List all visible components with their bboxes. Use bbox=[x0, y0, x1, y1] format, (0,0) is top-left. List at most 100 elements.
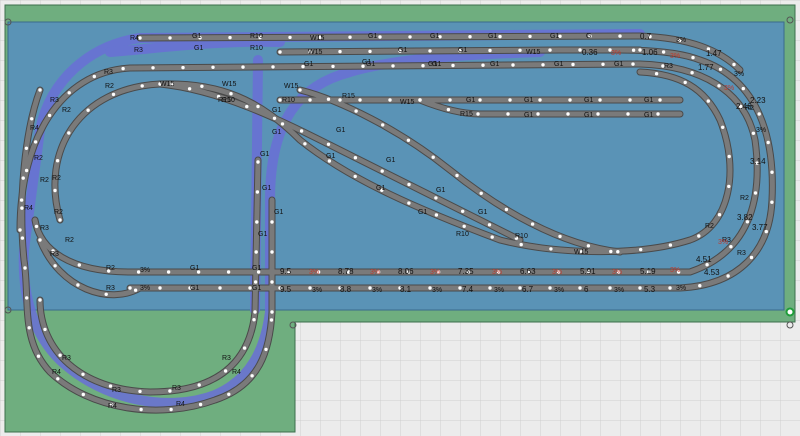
track-joint-dot bbox=[280, 122, 285, 126]
grade-label: 3% bbox=[140, 285, 150, 292]
part-label: G1 bbox=[428, 61, 437, 68]
track-joint-dot bbox=[448, 98, 452, 102]
track-joint-dot bbox=[578, 286, 582, 290]
track-joint-dot bbox=[218, 286, 222, 290]
track-joint-dot bbox=[541, 63, 545, 67]
track-joint-dot bbox=[33, 140, 38, 144]
track-joint-dot bbox=[47, 113, 52, 118]
part-label: R2 bbox=[105, 83, 114, 90]
track-joint-dot bbox=[138, 389, 142, 394]
track-joint-dot bbox=[586, 244, 591, 248]
track-joint-dot bbox=[407, 201, 411, 205]
part-label: R2 bbox=[34, 155, 43, 162]
grade-label: 3% bbox=[372, 287, 382, 294]
height-label: 4.51 bbox=[696, 255, 712, 264]
track-joint-dot bbox=[478, 98, 482, 102]
track-joint-dot bbox=[299, 129, 304, 133]
track-joint-dot bbox=[151, 66, 155, 70]
track-joint-dot bbox=[528, 34, 532, 39]
track-joint-dot bbox=[158, 286, 162, 290]
track-joint-dot bbox=[111, 92, 116, 97]
track-joint-dot bbox=[288, 35, 292, 40]
height-label: 1.47 bbox=[706, 49, 722, 58]
height-label: 3.77 bbox=[752, 223, 768, 232]
track-joint-dot bbox=[717, 213, 722, 217]
part-label: G1 bbox=[458, 47, 467, 54]
track-joint-dot bbox=[55, 159, 60, 163]
part-label: G1 bbox=[524, 97, 533, 104]
track-joint-dot bbox=[226, 270, 231, 274]
track-joint-dot bbox=[245, 104, 249, 109]
track-joint-dot bbox=[253, 310, 257, 314]
part-label: G1 bbox=[192, 33, 201, 40]
grade-label: 3% bbox=[614, 287, 624, 294]
height-label: 3.14 bbox=[750, 157, 766, 166]
track-joint-dot bbox=[732, 62, 736, 67]
track-joint-dot bbox=[168, 36, 172, 40]
grade-label: 3% bbox=[312, 287, 322, 294]
part-label: G1 bbox=[252, 285, 261, 292]
height-label: 5.19 bbox=[640, 267, 656, 276]
track-joint-dot bbox=[706, 99, 710, 103]
part-label: G1 bbox=[614, 61, 623, 68]
track-joint-dot bbox=[498, 34, 502, 39]
part-label: W15 bbox=[160, 81, 175, 88]
track-joint-dot bbox=[255, 220, 259, 224]
part-label: R4 bbox=[176, 401, 185, 408]
track-joint-dot bbox=[683, 80, 687, 85]
part-label: G1 bbox=[644, 112, 653, 119]
part-label: R10 bbox=[250, 45, 263, 52]
part-label: G1 bbox=[478, 209, 487, 216]
track-joint-dot bbox=[270, 310, 274, 314]
track-joint-dot bbox=[252, 318, 256, 322]
part-label: G1 bbox=[398, 47, 407, 54]
track-joint-dot bbox=[434, 196, 438, 200]
part-label: G1 bbox=[430, 33, 439, 40]
track-joint-dot bbox=[254, 250, 258, 254]
grade-label: 3% bbox=[718, 239, 728, 246]
track-joint-dot bbox=[476, 112, 480, 116]
part-label: G1 bbox=[554, 61, 563, 68]
height-label: 5.91 bbox=[580, 267, 596, 276]
part-label: G1 bbox=[368, 33, 377, 40]
track-joint-dot bbox=[77, 263, 82, 267]
selected-anchor-handle[interactable] bbox=[785, 307, 795, 317]
height-label: 7.35 bbox=[458, 267, 474, 276]
track-joint-dot bbox=[242, 346, 247, 350]
grade-label: 3% bbox=[670, 267, 680, 274]
track-joint-dot bbox=[455, 173, 459, 178]
track-joint-dot bbox=[770, 170, 774, 174]
track-plan-canvas[interactable]: R2 R3 R2 R3 R2 R3 R2 R2 R2 R3 R2 R2 R3 R… bbox=[0, 0, 800, 436]
track-joint-dot bbox=[431, 155, 435, 159]
track-joint-dot bbox=[446, 107, 451, 112]
track-joint-dot bbox=[67, 91, 71, 95]
track-joint-dot bbox=[770, 200, 774, 204]
track-joint-dot bbox=[256, 104, 260, 109]
part-label: R2 bbox=[705, 223, 714, 230]
grade-label: 3% bbox=[611, 50, 621, 57]
track-joint-dot bbox=[519, 242, 523, 247]
height-label: 8.06 bbox=[398, 267, 414, 276]
part-label: G1 bbox=[386, 157, 395, 164]
track-joint-dot bbox=[278, 50, 282, 54]
part-label: R3 bbox=[737, 250, 746, 257]
part-label: R15 bbox=[218, 97, 231, 104]
track-joint-dot bbox=[269, 318, 274, 322]
track-joint-dot bbox=[121, 66, 125, 71]
track-joint-dot bbox=[271, 65, 275, 69]
track-joint-dot bbox=[558, 234, 562, 239]
part-label: R3 bbox=[50, 97, 59, 104]
height-label: 9.5 bbox=[280, 267, 292, 276]
track-joint-dot bbox=[353, 156, 358, 160]
grade-label: 3% bbox=[552, 269, 562, 276]
track-joint-dot bbox=[169, 407, 173, 412]
track-joint-dot bbox=[187, 87, 192, 91]
height-label: 8.8 bbox=[340, 285, 352, 294]
track-joint-dot bbox=[86, 108, 90, 112]
track-joint-dot bbox=[406, 138, 411, 142]
part-label: R4 bbox=[30, 125, 39, 132]
grade-label: 3% bbox=[140, 267, 150, 274]
part-label: G1 bbox=[550, 33, 559, 40]
part-label: W15 bbox=[308, 49, 323, 56]
track-joint-dot bbox=[38, 298, 42, 302]
